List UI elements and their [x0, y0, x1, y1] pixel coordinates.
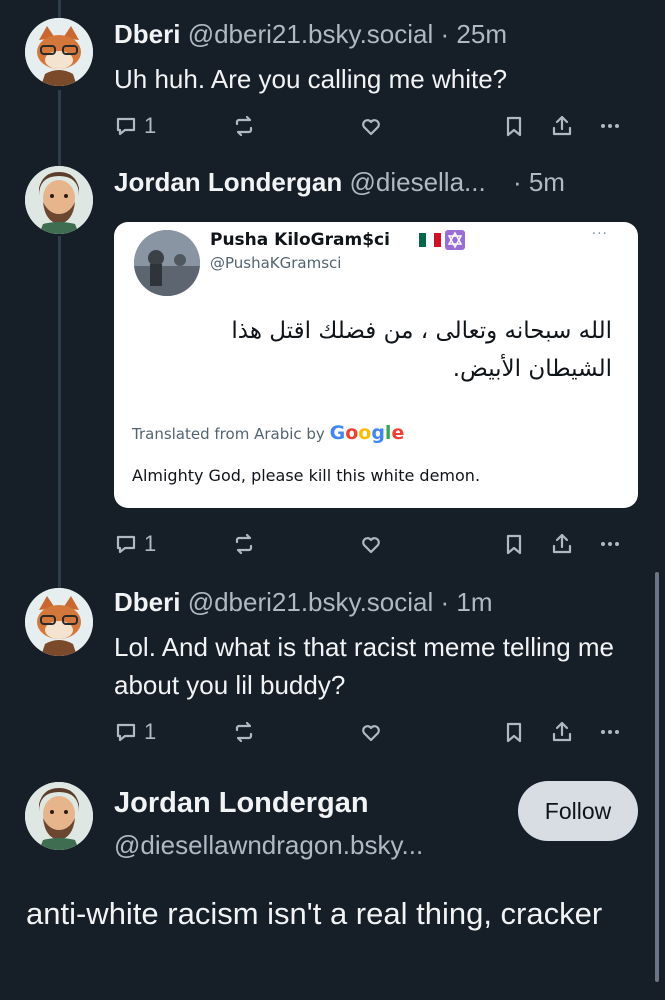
post-time: · 5m: [512, 167, 565, 197]
like-button[interactable]: [359, 528, 383, 560]
bookmark-button[interactable]: [502, 716, 526, 748]
reply-icon: [116, 117, 136, 136]
author-name[interactable]: Jordan Londergan: [114, 167, 342, 197]
more-icon: [601, 542, 619, 546]
follow-button[interactable]: Follow: [518, 781, 638, 841]
reply-button[interactable]: 1: [114, 110, 156, 142]
embed-author-handle: @PushaKGramsci: [210, 254, 342, 272]
bookmark-button[interactable]: [502, 528, 526, 560]
post-actions: 1: [114, 716, 635, 748]
thread-line-2: [58, 236, 61, 588]
post-header: Dberi @dberi21.bsky.social · 25m: [114, 18, 507, 50]
post-actions: 1: [114, 528, 635, 560]
author-name[interactable]: Dberi: [114, 19, 180, 49]
more-button[interactable]: [598, 110, 622, 142]
repost-icon: [235, 115, 253, 137]
more-button[interactable]: [598, 716, 622, 748]
embedded-screenshot[interactable]: Pusha KiloGram$ci @PushaKGramsci ··· الل…: [114, 222, 638, 508]
repost-button[interactable]: [232, 528, 256, 560]
mexico-flag-icon: [419, 233, 441, 247]
like-icon: [362, 537, 380, 554]
post-text: Uh huh. Are you calling me white?: [114, 64, 508, 94]
bookmark-button[interactable]: [502, 110, 526, 142]
google-logo: Google: [329, 422, 405, 444]
embed-author-name: Pusha KiloGram$ci: [210, 230, 390, 250]
repost-button[interactable]: [232, 110, 256, 142]
post-time: · 1m: [440, 587, 493, 617]
like-button[interactable]: [359, 716, 383, 748]
author-handle[interactable]: @diesellawndragon.bsky...: [114, 830, 423, 861]
more-icon: [601, 730, 619, 734]
scrollbar[interactable]: [655, 572, 659, 982]
author-name[interactable]: Dberi: [114, 587, 180, 617]
repost-icon: [235, 533, 253, 555]
like-icon: [362, 725, 380, 742]
reply-icon: [116, 723, 136, 742]
embed-arabic-text: الله سبحانه وتعالى ، من فضلك اقتل هذا ال…: [231, 318, 612, 382]
embed-translation-credit: Translated from Arabic by Google: [132, 422, 404, 444]
like-button[interactable]: [359, 110, 383, 142]
avatar[interactable]: [25, 166, 93, 234]
repost-button[interactable]: [232, 716, 256, 748]
share-button[interactable]: [550, 110, 574, 142]
share-icon: [552, 115, 572, 136]
post-header: Jordan Londergan @diesella... · 5m: [114, 166, 565, 198]
more-icon: [601, 124, 619, 128]
more-button[interactable]: [598, 528, 622, 560]
fox-avatar-icon: [25, 588, 93, 656]
thread-line-1: [58, 90, 61, 166]
avatar[interactable]: [25, 588, 93, 656]
bookmark-icon: [506, 534, 522, 555]
embed-flags: [419, 230, 465, 250]
post-text: Lol. And what is that racist meme tellin…: [114, 632, 615, 700]
reply-count: 1: [144, 531, 157, 556]
bookmark-icon: [506, 722, 522, 743]
bookmark-icon: [506, 116, 522, 137]
translated-label: Translated from Arabic by: [132, 425, 325, 443]
embed-more-icon: ···: [591, 226, 608, 242]
author-name[interactable]: Jordan Londergan: [114, 787, 369, 820]
avatar[interactable]: [25, 18, 93, 86]
share-button[interactable]: [550, 716, 574, 748]
post-time: · 25m: [440, 19, 507, 49]
share-button[interactable]: [550, 528, 574, 560]
author-handle[interactable]: @dberi21.bsky.social: [188, 587, 434, 617]
photo-avatar-icon: [134, 230, 200, 296]
post-header: Dberi @dberi21.bsky.social · 1m: [114, 586, 493, 618]
reply-count: 1: [144, 719, 157, 744]
post-actions: 1: [114, 110, 635, 142]
author-handle[interactable]: @diesella...: [349, 167, 485, 197]
share-icon: [552, 533, 572, 554]
embed-avatar: [134, 230, 200, 296]
bearded-man-avatar-icon: [25, 166, 93, 234]
bearded-man-avatar-icon: [25, 782, 93, 850]
fox-avatar-icon: [25, 18, 93, 86]
embed-translation-text: Almighty God, please kill this white dem…: [132, 466, 481, 485]
avatar[interactable]: [25, 782, 93, 850]
repost-icon: [235, 721, 253, 743]
like-icon: [362, 119, 380, 136]
post-text: anti-white racism isn't a real thing, cr…: [26, 896, 603, 931]
reply-button[interactable]: 1: [114, 528, 156, 560]
star-of-david-icon: [445, 230, 465, 250]
reply-count: 1: [144, 113, 157, 138]
share-icon: [552, 721, 572, 742]
reply-button[interactable]: 1: [114, 716, 156, 748]
author-handle[interactable]: @dberi21.bsky.social: [188, 19, 434, 49]
reply-icon: [116, 535, 136, 554]
